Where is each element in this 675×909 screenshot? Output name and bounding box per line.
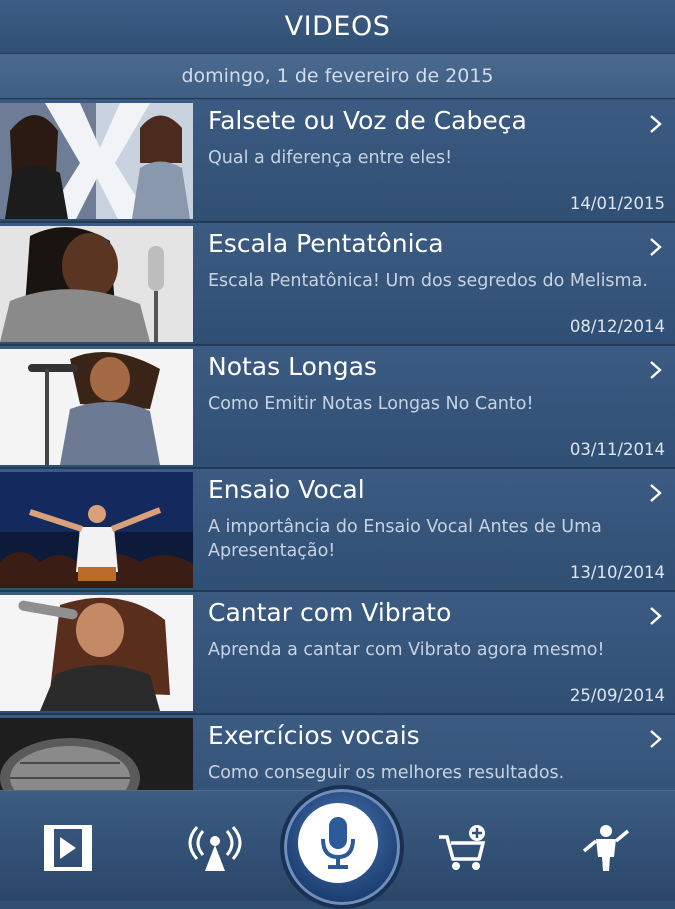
- page-title: VIDEOS: [284, 11, 391, 42]
- chevron-right-icon: [650, 607, 662, 625]
- video-subtitle: Aprenda a cantar com Vibrato agora mesmo…: [208, 640, 605, 660]
- video-title: Exercícios vocais: [208, 721, 420, 750]
- tab-videos[interactable]: [33, 813, 103, 883]
- microphone-icon: [321, 817, 355, 869]
- video-title: Cantar com Vibrato: [208, 598, 452, 627]
- video-subtitle: A importância do Ensaio Vocal Antes de U…: [208, 517, 602, 561]
- video-date: 03/11/2014: [569, 440, 665, 459]
- video-title: Falsete ou Voz de Cabeça: [208, 106, 527, 135]
- cart-add-icon: [439, 825, 486, 870]
- video-thumbnail: [0, 718, 193, 790]
- video-thumbnail: [0, 103, 193, 219]
- current-date: domingo, 1 de fevereiro de 2015: [181, 65, 494, 87]
- video-thumbnail: [0, 472, 193, 588]
- video-row[interactable]: Notas Longas Como Emitir Notas Longas No…: [0, 346, 675, 469]
- chevron-right-icon: [650, 115, 662, 133]
- video-subtitle: Como conseguir os melhores resultados.: [208, 763, 565, 783]
- teacher-icon: [582, 825, 630, 871]
- tab-shop[interactable]: [428, 813, 498, 883]
- tab-teacher[interactable]: [571, 813, 641, 883]
- tab-broadcast[interactable]: [180, 813, 250, 883]
- video-date: 08/12/2014: [569, 317, 665, 336]
- broadcast-icon: [188, 826, 242, 871]
- videos-icon: [44, 825, 92, 871]
- bottom-tab-bar: [0, 785, 675, 909]
- video-thumbnail: [0, 226, 193, 342]
- microphone-button-inner: [298, 803, 378, 883]
- video-row[interactable]: Cantar com Vibrato Aprenda a cantar com …: [0, 592, 675, 715]
- video-row[interactable]: Falsete ou Voz de Cabeça Qual a diferenç…: [0, 100, 675, 223]
- video-date: 25/09/2014: [569, 686, 665, 705]
- video-subtitle: Escala Pentatônica! Um dos segredos do M…: [208, 271, 648, 291]
- video-row[interactable]: Ensaio Vocal A importância do Ensaio Voc…: [0, 469, 675, 592]
- video-title: Notas Longas: [208, 352, 377, 381]
- video-row[interactable]: Exercícios vocais Como conseguir os melh…: [0, 715, 675, 790]
- video-title: Ensaio Vocal: [208, 475, 365, 504]
- video-row[interactable]: Escala Pentatônica Escala Pentatônica! U…: [0, 223, 675, 346]
- chevron-right-icon: [650, 361, 662, 379]
- video-thumbnail: [0, 595, 193, 711]
- video-subtitle: Como Emitir Notas Longas No Canto!: [208, 394, 534, 414]
- video-thumbnail: [0, 349, 193, 465]
- date-bar: domingo, 1 de fevereiro de 2015: [0, 54, 675, 99]
- video-title: Escala Pentatônica: [208, 229, 444, 258]
- title-bar: VIDEOS: [0, 0, 675, 54]
- app-screen: VIDEOS domingo, 1 de fevereiro de 2015 F…: [0, 0, 675, 909]
- video-list[interactable]: Falsete ou Voz de Cabeça Qual a diferenç…: [0, 100, 675, 790]
- video-date: 14/01/2015: [569, 194, 665, 213]
- video-date: 13/10/2014: [569, 563, 665, 582]
- chevron-right-icon: [650, 730, 662, 748]
- chevron-right-icon: [650, 238, 662, 256]
- microphone-button[interactable]: [280, 785, 404, 909]
- chevron-right-icon: [650, 484, 662, 502]
- video-subtitle: Qual a diferença entre eles!: [208, 148, 453, 168]
